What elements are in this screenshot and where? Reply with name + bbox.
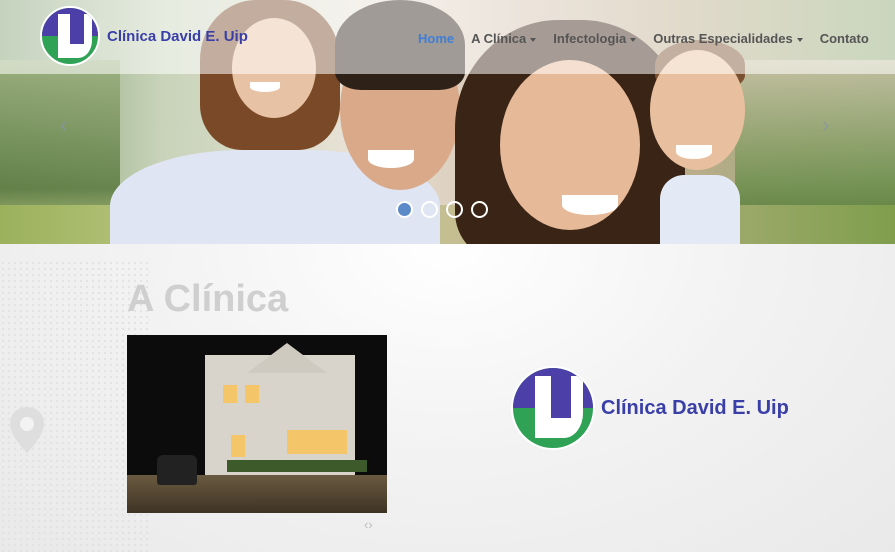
- photo-roof: [247, 343, 327, 373]
- nav-item-label: Outras Especialidades: [653, 31, 793, 46]
- chevron-left-icon[interactable]: ‹: [60, 114, 74, 136]
- map-pin-icon: [10, 407, 44, 453]
- nav-item-a-clinica[interactable]: A Clínica: [471, 31, 537, 46]
- nav-item-infectologia[interactable]: Infectologia: [553, 31, 637, 46]
- slider-dot[interactable]: [471, 201, 488, 218]
- hero-smile: [368, 150, 414, 168]
- nav-item-label: Infectologia: [553, 31, 627, 46]
- clinic-logo-large: Clínica David E. Uip: [511, 366, 789, 450]
- nav-item-contato[interactable]: Contato: [820, 31, 869, 46]
- brand-logo-link[interactable]: Clínica David E. Uip: [40, 6, 248, 66]
- photo-house: [205, 355, 355, 475]
- slider-indicators: [396, 201, 488, 218]
- photo-window: [245, 385, 259, 403]
- nav-item-outras-especialidades[interactable]: Outras Especialidades: [653, 31, 803, 46]
- caret-down-icon: [530, 37, 537, 42]
- caret-down-icon: [630, 37, 637, 42]
- photo-window: [231, 435, 245, 457]
- main-menu: Home A Clínica Infectologia Outras Espec…: [418, 31, 886, 46]
- hero-smile: [562, 195, 618, 215]
- chevron-right-icon[interactable]: ›: [822, 114, 836, 136]
- brand-name-large: Clínica David E. Uip: [601, 396, 789, 419]
- photo-hedge: [227, 460, 367, 472]
- slider-dot[interactable]: [446, 201, 463, 218]
- photo-window: [287, 430, 347, 454]
- chevron-left-right-icon[interactable]: ‹›: [364, 517, 373, 532]
- photo-window: [223, 385, 237, 403]
- section-title: A Clínica: [127, 278, 289, 320]
- nav-item-label: A Clínica: [471, 31, 527, 46]
- hero-boy-shirt: [660, 175, 740, 244]
- clinic-logo-icon: [40, 6, 100, 66]
- slider-dot[interactable]: [396, 201, 413, 218]
- clinic-photo[interactable]: [127, 335, 387, 513]
- hero-smile: [250, 82, 280, 92]
- brand-name: Clínica David E. Uip: [107, 27, 248, 45]
- clinic-logo-icon: [511, 366, 595, 450]
- hero-slider: Clínica David E. Uip Home A Clínica Infe…: [0, 0, 895, 244]
- nav-item-home[interactable]: Home: [418, 31, 454, 46]
- slider-dot[interactable]: [421, 201, 438, 218]
- caret-down-icon: [796, 37, 803, 42]
- nav-item-label: Home: [418, 31, 455, 46]
- hero-smile: [676, 145, 712, 159]
- nav-item-label: Contato: [819, 31, 869, 46]
- photo-car: [157, 455, 197, 485]
